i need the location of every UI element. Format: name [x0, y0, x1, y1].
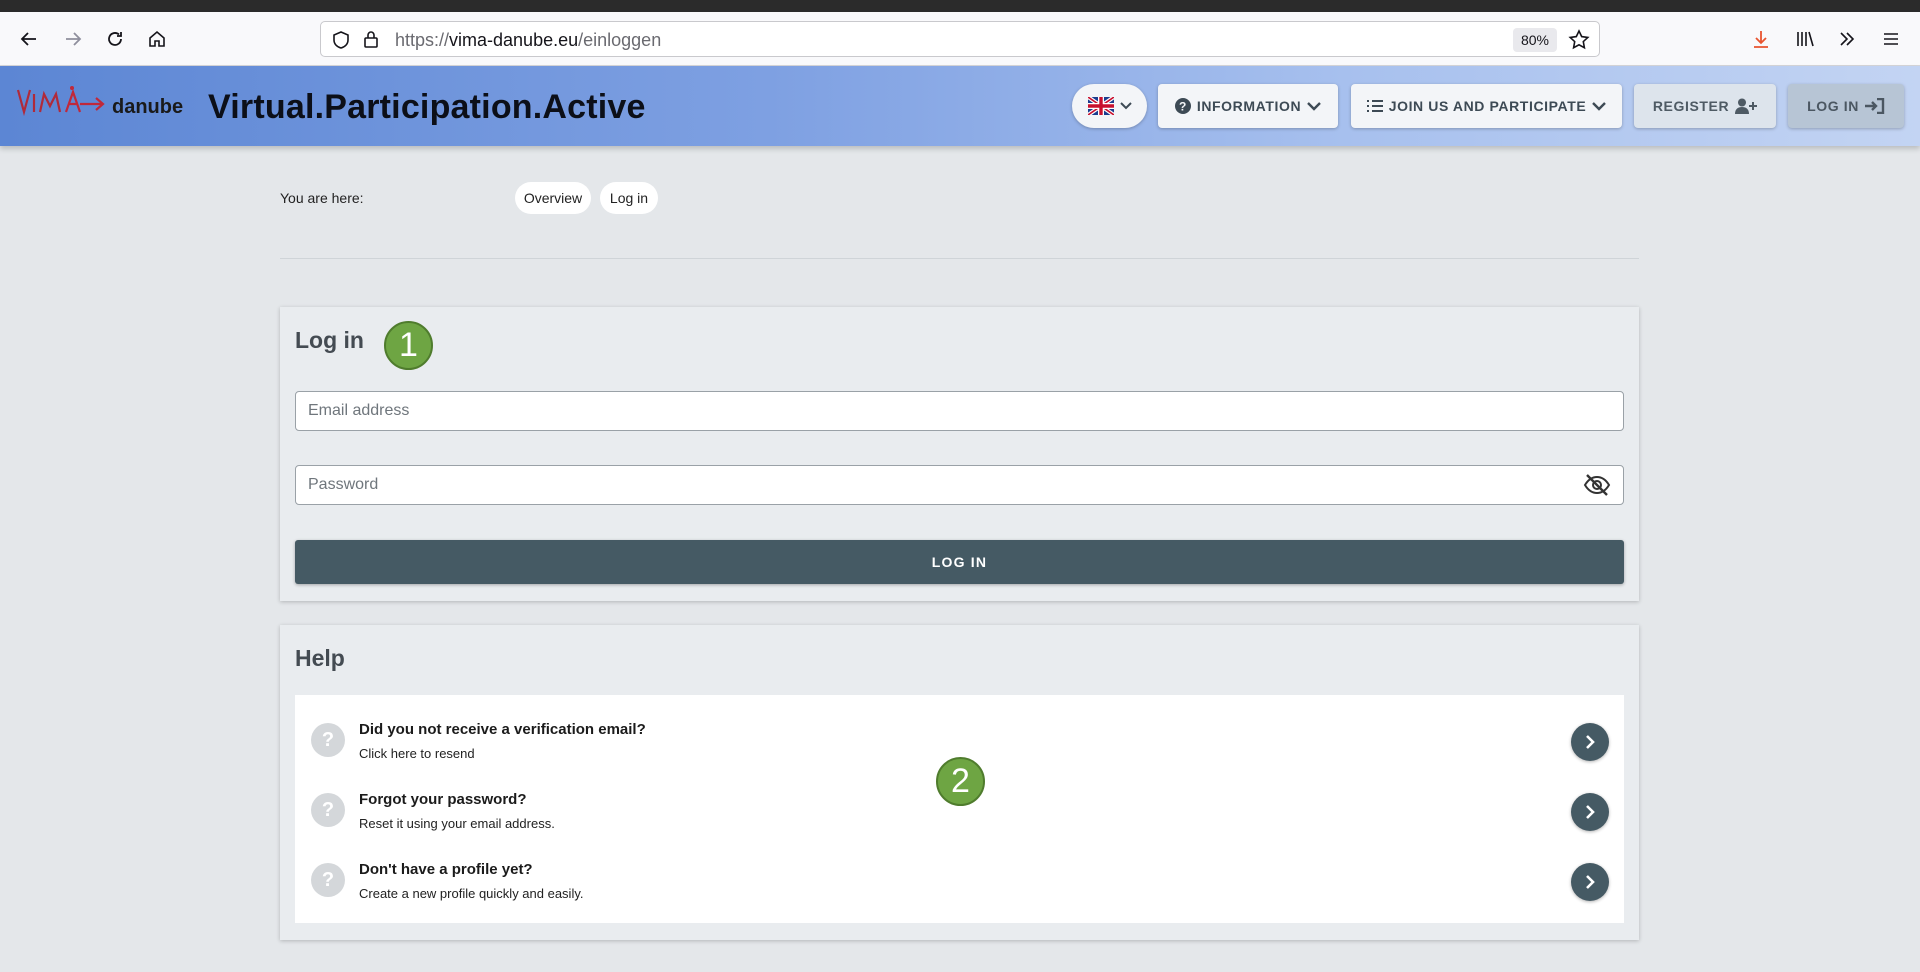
join-label: JOIN US AND PARTICIPATE	[1388, 98, 1587, 114]
bookmark-star-icon[interactable]	[1567, 28, 1591, 52]
user-plus-icon	[1735, 98, 1758, 114]
register-label: REGISTER	[1652, 98, 1730, 114]
browser-toolbar: https://vima-danube.eu/einloggen 80%	[0, 12, 1920, 66]
lock-icon[interactable]	[361, 29, 381, 49]
help-title: Help	[295, 645, 345, 671]
breadcrumb-login[interactable]: Log in	[600, 182, 658, 214]
help-item-title: Forgot your password?	[359, 791, 527, 808]
register-button[interactable]: REGISTER	[1634, 84, 1776, 128]
chevron-right-icon	[1586, 875, 1595, 889]
question-icon: ?	[311, 723, 345, 757]
password-field[interactable]	[295, 465, 1624, 505]
window-top-strip	[0, 0, 1920, 12]
address-bar[interactable]: https://vima-danube.eu/einloggen 80%	[320, 21, 1600, 57]
overflow-menu-button[interactable]	[1832, 25, 1862, 53]
sign-in-icon	[1864, 98, 1885, 114]
uk-flag-icon	[1087, 97, 1114, 115]
eye-slash-icon[interactable]	[1583, 473, 1611, 497]
help-item-subtitle: Click here to resend	[359, 746, 475, 761]
download-icon	[1754, 31, 1768, 48]
chevrons-right-icon	[1840, 32, 1855, 46]
question-icon: ?	[311, 793, 345, 827]
app-menu-button[interactable]	[1876, 25, 1906, 53]
information-menu-button[interactable]: ? INFORMATION	[1158, 84, 1338, 128]
shield-icon[interactable]	[331, 30, 351, 50]
back-button[interactable]	[14, 25, 44, 53]
home-button[interactable]	[142, 25, 172, 53]
breadcrumb-overview[interactable]: Overview	[515, 182, 591, 214]
question-circle-icon: ?	[1174, 98, 1191, 114]
login-title: Log in	[295, 327, 364, 353]
email-field[interactable]	[295, 391, 1624, 431]
downloads-button[interactable]	[1746, 25, 1776, 53]
help-item-subtitle: Reset it using your email address.	[359, 816, 555, 831]
library-button[interactable]	[1790, 25, 1820, 53]
reset-password-button[interactable]	[1571, 793, 1609, 831]
url-domain: vima-danube.eu	[449, 30, 579, 50]
information-label: INFORMATION	[1196, 98, 1302, 114]
site-title[interactable]: Virtual.Participation.Active	[208, 88, 646, 127]
header-login-button[interactable]: LOG IN	[1788, 84, 1904, 128]
url-path: /einloggen	[578, 30, 662, 50]
chevron-right-icon	[1586, 805, 1595, 819]
login-card: Log in 1 LOG IN	[280, 307, 1639, 601]
resend-verification-button[interactable]	[1571, 723, 1609, 761]
arrow-left-icon	[20, 32, 36, 46]
url-text[interactable]: https://vima-danube.eu/einloggen	[395, 30, 661, 51]
chevron-down-icon	[1119, 102, 1132, 110]
help-item-subtitle: Create a new profile quickly and easily.	[359, 886, 584, 901]
chevron-down-icon	[1307, 102, 1322, 111]
question-icon: ?	[311, 863, 345, 897]
step-marker-1: 1	[384, 321, 433, 370]
join-menu-button[interactable]: JOIN US AND PARTICIPATE	[1351, 84, 1622, 128]
chevron-right-icon	[1586, 735, 1595, 749]
library-icon	[1797, 31, 1814, 47]
breadcrumb-divider	[280, 258, 1639, 259]
language-selector[interactable]	[1072, 84, 1147, 128]
reload-button[interactable]	[100, 25, 130, 53]
help-item-title: Did you not receive a verification email…	[359, 721, 646, 738]
help-item-create-profile[interactable]: ? Don't have a profile yet? Create a new…	[295, 841, 1624, 911]
login-submit-button[interactable]: LOG IN	[295, 540, 1624, 584]
hamburger-icon	[1884, 33, 1898, 45]
help-card: Help ? Did you not receive a verificatio…	[280, 625, 1639, 940]
arrow-right-icon	[66, 32, 82, 46]
url-prefix: https://	[395, 30, 450, 50]
zoom-level[interactable]: 80%	[1512, 28, 1557, 52]
help-list: ? Did you not receive a verification ema…	[295, 695, 1624, 923]
chevron-down-icon	[1592, 102, 1607, 111]
home-icon	[149, 30, 165, 47]
reload-icon	[108, 32, 122, 46]
list-icon	[1366, 100, 1383, 112]
step-marker-2: 2	[936, 757, 985, 806]
forward-button[interactable]	[58, 25, 88, 53]
svg-text:?: ?	[1179, 100, 1187, 114]
help-item-title: Don't have a profile yet?	[359, 861, 533, 878]
breadcrumb-label: You are here:	[280, 190, 364, 206]
create-profile-button[interactable]	[1571, 863, 1609, 901]
logo-wordmark: danube	[112, 96, 184, 118]
site-header: danube Virtual.Participation.Active ? IN…	[0, 66, 1920, 146]
header-login-label: LOG IN	[1807, 98, 1859, 114]
